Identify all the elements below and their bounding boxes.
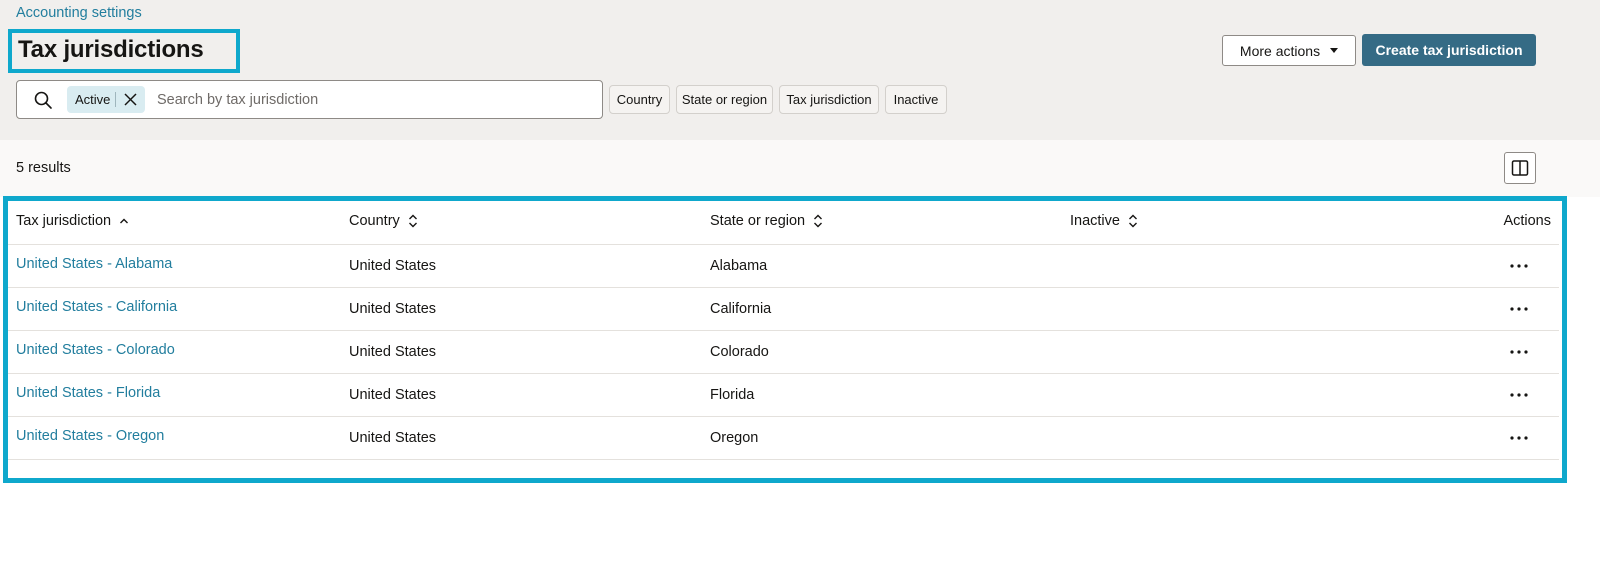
tax-jurisdiction-link[interactable]: United States - Colorado (16, 342, 175, 358)
row-actions-button[interactable] (1507, 300, 1531, 318)
filter-inactive[interactable]: Inactive (885, 85, 947, 114)
row-actions-button[interactable] (1507, 429, 1531, 447)
column-header-label: Country (349, 213, 400, 229)
row-actions-button[interactable] (1507, 343, 1531, 361)
filter-country[interactable]: Country (609, 85, 670, 114)
column-header-state-or-region[interactable]: State or region (710, 213, 823, 229)
filter-chip-active: Active (67, 86, 145, 113)
state-cell: Alabama (710, 258, 768, 274)
more-horizontal-icon (1510, 350, 1528, 354)
country-cell: United States (349, 387, 437, 403)
table-row: United States - Florida United States Fl… (8, 374, 1559, 417)
country-cell: United States (349, 301, 437, 317)
table-row: United States - Colorado United States C… (8, 331, 1559, 374)
more-horizontal-icon (1510, 436, 1528, 440)
search-input[interactable] (157, 89, 587, 111)
tax-jurisdiction-link[interactable]: United States - Alabama (16, 256, 172, 272)
country-cell: United States (349, 258, 437, 274)
page-title: Tax jurisdictions (18, 36, 204, 63)
row-actions-button[interactable] (1507, 257, 1531, 275)
column-header-label: Tax jurisdiction (16, 213, 112, 229)
column-header-inactive[interactable]: Inactive (1070, 213, 1138, 229)
sort-icon (814, 214, 823, 228)
row-actions-button[interactable] (1507, 386, 1531, 404)
results-bar: 5 results (0, 140, 1600, 197)
table-row: United States - Alabama United States Al… (8, 245, 1559, 288)
caret-down-icon (1330, 48, 1339, 53)
table-row: United States - Oregon United States Ore… (8, 417, 1559, 460)
page-header-region (0, 0, 1600, 140)
tax-jurisdiction-link[interactable]: United States - Florida (16, 385, 160, 401)
column-header-country[interactable]: Country (349, 213, 418, 229)
state-cell: California (710, 301, 772, 317)
more-actions-button[interactable]: More actions (1222, 35, 1356, 66)
column-header-label: State or region (710, 213, 806, 229)
sort-icon (408, 214, 417, 228)
filter-chip-label: Active (75, 92, 111, 107)
sort-ascending-icon (120, 218, 129, 224)
results-count: 5 results (16, 160, 71, 176)
column-header-actions: Actions (1503, 213, 1551, 229)
filter-tax-jurisdiction[interactable]: Tax jurisdiction (779, 85, 879, 114)
breadcrumb-accounting-settings[interactable]: Accounting settings (16, 5, 142, 21)
filter-state-or-region[interactable]: State or region (676, 85, 773, 114)
more-horizontal-icon (1510, 264, 1528, 268)
close-icon[interactable] (123, 92, 138, 107)
create-tax-jurisdiction-button[interactable]: Create tax jurisdiction (1362, 34, 1536, 66)
columns-icon (1511, 160, 1529, 176)
state-cell: Colorado (710, 344, 769, 360)
state-cell: Oregon (710, 430, 759, 446)
more-horizontal-icon (1510, 393, 1528, 397)
search-icon (34, 91, 52, 109)
column-header-label: Inactive (1070, 213, 1120, 229)
more-horizontal-icon (1510, 307, 1528, 311)
chip-divider (115, 92, 116, 107)
table-row: United States - California United States… (8, 288, 1559, 331)
state-cell: Florida (710, 387, 755, 403)
tax-jurisdictions-table: Tax jurisdiction Country State or region… (8, 201, 1559, 460)
table-header: Tax jurisdiction Country State or region… (8, 201, 1559, 245)
country-cell: United States (349, 430, 437, 446)
column-settings-button[interactable] (1504, 152, 1536, 184)
column-header-tax-jurisdiction[interactable]: Tax jurisdiction (16, 213, 129, 229)
tax-jurisdiction-link[interactable]: United States - Oregon (16, 428, 164, 444)
search-box[interactable]: Active (16, 80, 603, 119)
country-cell: United States (349, 344, 437, 360)
sort-icon (1128, 214, 1137, 228)
more-actions-label: More actions (1239, 42, 1321, 59)
tax-jurisdiction-link[interactable]: United States - California (16, 299, 177, 315)
